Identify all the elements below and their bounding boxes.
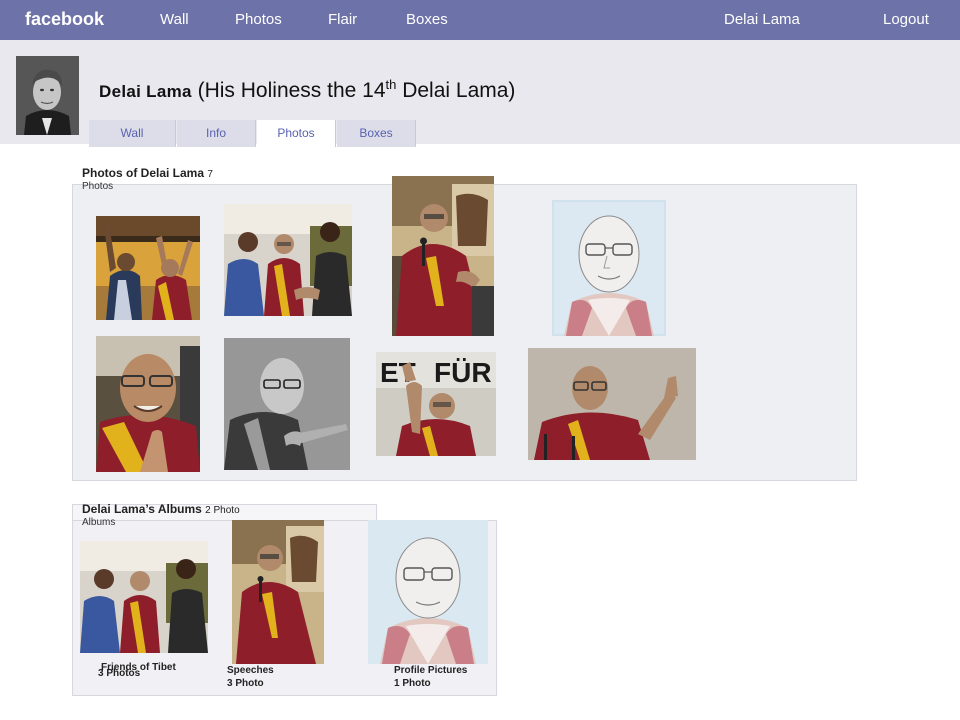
album-name-speeches[interactable]: Speeches [227,664,274,677]
tab-wall[interactable]: Wall [89,120,176,147]
profile-subtitle-pre: (His Holiness the 14 [197,79,386,102]
photo-thumbnail[interactable] [552,200,666,336]
tab-photos[interactable]: Photos [257,120,336,147]
albums-section-title: Delai Lama’s Albums 2 Photo [82,502,240,516]
albums-count-label: Albums [82,517,116,528]
album-count-friends-of-tibet: 3 Photos [98,668,141,679]
top-navigation-bar: facebook Wall Photos Flair Boxes Delai L… [0,0,960,40]
photo-thumbnail[interactable] [96,216,200,320]
photo-thumbnail[interactable] [224,338,350,470]
svg-text:FÜR: FÜR [434,357,492,388]
photo-thumbnail[interactable] [224,204,352,316]
album-name-profile-pictures[interactable]: Profile Pictures [394,664,467,677]
nav-boxes[interactable]: Boxes [406,11,448,28]
album-count-profile-pictures: 1 Photo [394,678,431,689]
photos-count: 7 [207,169,213,180]
nav-flair[interactable]: Flair [328,11,357,28]
logout-link[interactable]: Logout [883,11,929,28]
tab-boxes[interactable]: Boxes [337,120,416,147]
photos-count-label: Photos [82,181,114,192]
photos-section-title: Photos of Delai Lama 7 [82,166,213,180]
album-cover[interactable] [80,541,208,653]
photo-thumbnail[interactable] [96,336,200,472]
photo-thumbnail[interactable] [528,348,696,460]
facebook-logo[interactable]: facebook [25,9,104,30]
nav-wall[interactable]: Wall [160,11,189,28]
nav-photos[interactable]: Photos [235,11,282,28]
profile-name-text: Delai Lama [99,82,192,101]
album-cover[interactable] [368,520,488,664]
albums-title-text: Delai Lama’s Albums [82,502,202,516]
photo-thumbnail[interactable] [392,176,494,336]
profile-subtitle-sup: th [385,77,397,92]
photos-title-text: Photos of Delai Lama [82,166,205,180]
photo-thumbnail[interactable]: ET FÜR [376,352,496,456]
album-cover[interactable] [232,520,324,664]
profile-name: Delai Lama (His Holiness the 14th Delai … [99,77,515,103]
nav-user-profile[interactable]: Delai Lama [724,11,800,28]
avatar[interactable] [16,56,79,135]
album-count-speeches: 3 Photo [227,678,264,689]
albums-count: 2 Photo [205,505,240,516]
profile-subtitle-post: Delai Lama) [396,79,516,102]
tab-info[interactable]: Info [177,120,256,147]
